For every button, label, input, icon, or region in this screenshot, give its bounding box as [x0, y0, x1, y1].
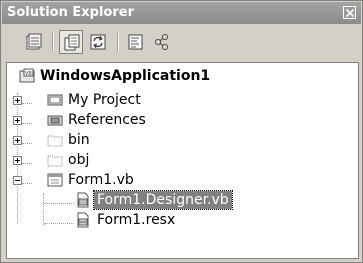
properties-icon: [26, 33, 42, 50]
tree-item-label: bin: [68, 132, 90, 148]
window-title: Solution Explorer: [7, 5, 134, 20]
expand-toggle[interactable]: [13, 156, 22, 165]
close-icon: [345, 8, 355, 18]
solution-explorer-window: Solution Explorer VB WindowsApplication1…: [0, 0, 363, 263]
tree-item-project[interactable]: VB WindowsApplication1: [7, 66, 357, 86]
plus-icon: [15, 98, 20, 103]
project-name: WindowsApplication1: [40, 68, 211, 84]
title-bar[interactable]: Solution Explorer: [2, 2, 361, 24]
close-button[interactable]: [343, 6, 356, 19]
expand-toggle[interactable]: [13, 136, 22, 145]
tree-item-obj[interactable]: obj: [7, 150, 357, 170]
toolbar: [2, 24, 361, 62]
tree-item-label: References: [68, 112, 146, 128]
vb-file-icon: [77, 192, 89, 208]
plus-icon: [15, 158, 20, 163]
toolbar-separator: [117, 33, 119, 51]
view-code-button[interactable]: [124, 30, 148, 54]
refresh-button[interactable]: [86, 30, 110, 54]
tree-item-label: My Project: [68, 92, 141, 108]
tree-item-form1-resx[interactable]: Form1.resx: [7, 210, 357, 230]
folder-icon: [47, 155, 63, 167]
refresh-icon: [90, 34, 106, 50]
view-code-icon: [128, 34, 143, 50]
folder-icon: [47, 135, 63, 147]
properties-button[interactable]: [22, 30, 46, 54]
resx-file-icon: [77, 212, 89, 228]
plus-icon: [15, 138, 20, 143]
expand-toggle[interactable]: [13, 116, 22, 125]
tree-item-label: Form1.resx: [97, 212, 176, 228]
svg-text:VB: VB: [25, 71, 32, 77]
tree-item-label: Form1.Designer.vb: [93, 190, 233, 210]
view-class-diagram-icon: [155, 34, 168, 50]
tree-item-my-project[interactable]: My Project: [7, 90, 357, 110]
minus-icon: [15, 180, 20, 181]
plus-icon: [15, 118, 20, 123]
references-icon: [47, 115, 63, 126]
tree-item-form1-vb[interactable]: Form1.vb: [7, 170, 357, 190]
toolbar-separator: [52, 33, 54, 51]
tree-item-references[interactable]: References: [7, 110, 357, 130]
tree-item-bin[interactable]: bin: [7, 130, 357, 150]
my-project-icon: [47, 94, 63, 106]
show-all-files-button[interactable]: [59, 30, 83, 54]
tree-item-label: Form1.vb: [68, 172, 134, 188]
form-icon: [47, 173, 63, 187]
tree-item-form1-designer-vb[interactable]: Form1.Designer.vb: [7, 190, 357, 210]
vb-project-icon: VB: [19, 68, 35, 83]
expand-toggle[interactable]: [13, 96, 22, 105]
show-all-files-icon: [64, 34, 80, 51]
view-class-diagram-button[interactable]: [150, 30, 174, 54]
collapse-toggle[interactable]: [13, 176, 22, 185]
tree-item-label: obj: [68, 152, 90, 168]
solution-tree[interactable]: VB WindowsApplication1 My Project Refere…: [6, 62, 359, 259]
